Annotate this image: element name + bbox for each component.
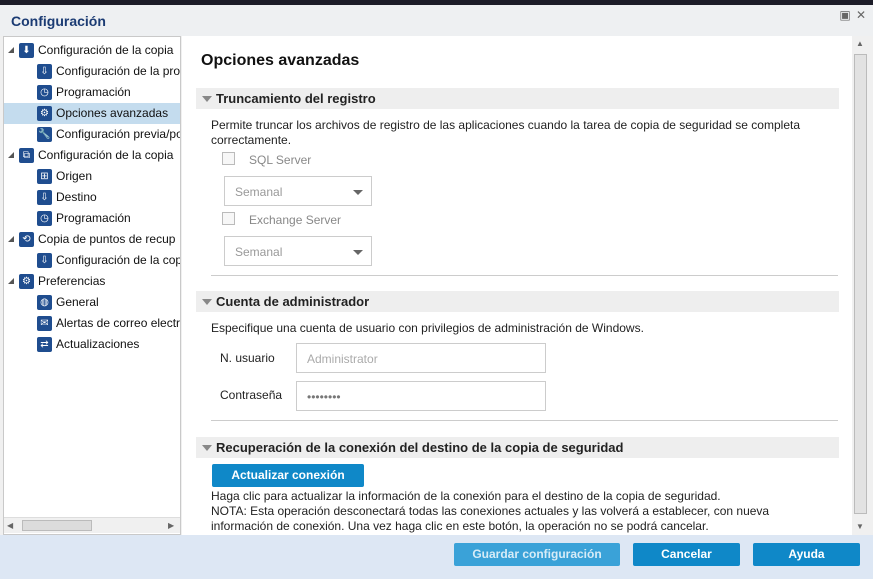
sql-server-label: SQL Server <box>249 153 312 167</box>
tree-item-label: Configuración de la pro <box>56 64 180 78</box>
window-title: Configuración <box>11 13 106 29</box>
tree-item-label: Origen <box>56 169 93 183</box>
tree-item[interactable]: ✉ Alertas de correo electr <box>4 313 180 334</box>
tree-item-label: Configuración de la copia <box>38 43 174 57</box>
wrench-icon: 🔧 <box>37 127 52 142</box>
tree-item[interactable]: ⇩ Configuración de la cop <box>4 250 180 271</box>
page-title: Opciones avanzadas <box>201 52 360 69</box>
sql-frequency-select[interactable]: Semanal <box>224 176 372 206</box>
tree-item-label: Configuración de la copia <box>38 148 174 162</box>
scroll-up-icon[interactable]: ▲ <box>856 39 864 48</box>
tree-item[interactable]: ⟲ Copia de puntos de recup <box>4 229 180 250</box>
content-vertical-scrollbar[interactable]: ▲ ▼ <box>852 36 869 535</box>
scroll-left-icon[interactable]: ◀ <box>7 521 13 530</box>
scroll-right-icon[interactable]: ▶ <box>168 521 174 530</box>
section-header-admin[interactable]: Cuenta de administrador <box>196 291 839 312</box>
password-field[interactable]: •••••••• <box>296 381 546 411</box>
admin-description: Especifique una cuenta de usuario con pr… <box>211 321 644 335</box>
restore-icon[interactable]: ▣ <box>839 9 851 21</box>
tree-item[interactable]: ⇄ Actualizaciones <box>4 334 180 355</box>
select-value: Semanal <box>235 185 283 199</box>
save-settings-button[interactable]: Guardar configuración <box>454 543 620 566</box>
collapse-icon <box>202 445 212 451</box>
preferences-icon: ⚙ <box>19 274 34 289</box>
mail-icon: ✉ <box>37 316 52 331</box>
content-panel: Opciones avanzadas Truncamiento del regi… <box>182 36 852 535</box>
schedule-icon: ◷ <box>37 85 52 100</box>
tree-item[interactable]: ◷ Programación <box>4 82 180 103</box>
username-label: N. usuario <box>220 351 275 365</box>
tree-horizontal-scrollbar[interactable]: ◀ ▶ <box>4 517 180 533</box>
tree-item-label: Actualizaciones <box>56 337 140 351</box>
recovery-line-3: información de conexión. Una vez haga cl… <box>211 519 709 533</box>
section-title: Truncamiento del registro <box>216 91 376 106</box>
tree-item[interactable]: 🔧 Configuración previa/po <box>4 124 180 145</box>
recovery-line-2: NOTA: Esta operación desconectará todas … <box>211 504 770 518</box>
destination-icon: ⇩ <box>37 64 52 79</box>
scroll-thumb[interactable] <box>854 54 867 514</box>
globe-icon: ◍ <box>37 295 52 310</box>
exchange-frequency-select[interactable]: Semanal <box>224 236 372 266</box>
exchange-server-label: Exchange Server <box>249 213 342 227</box>
destination-icon: ⇩ <box>37 190 52 205</box>
tree-item-label: Programación <box>56 85 131 99</box>
dropdown-arrow-icon <box>353 250 363 255</box>
recovery-copy-icon: ⟲ <box>19 232 34 247</box>
tree-item-label: Copia de puntos de recup <box>38 232 176 246</box>
tree-item[interactable]: ⊞ Origen <box>4 166 180 187</box>
tree-item[interactable]: ⇩ Configuración de la pro <box>4 61 180 82</box>
help-button[interactable]: Ayuda <box>753 543 860 566</box>
refresh-connection-button[interactable]: Actualizar conexión <box>212 464 364 487</box>
destination-icon: ⇩ <box>37 253 52 268</box>
section-header-recovery[interactable]: Recuperación de la conexión del destino … <box>196 437 839 458</box>
title-bar <box>0 5 873 36</box>
scroll-thumb[interactable] <box>22 520 92 531</box>
advanced-gear-icon: ⚙ <box>37 106 52 121</box>
settings-tree: ⬇ Configuración de la copia ⇩ Configuración… <box>3 36 181 535</box>
tree-item[interactable]: ⚙ Preferencias <box>4 271 180 292</box>
tree-item-label: Programación <box>56 211 131 225</box>
updates-icon: ⇄ <box>37 337 52 352</box>
tree-item-label: Alertas de correo electr <box>56 316 180 330</box>
select-value: Semanal <box>235 245 283 259</box>
section-header-truncation[interactable]: Truncamiento del registro <box>196 88 839 109</box>
password-label: Contraseña <box>220 388 283 402</box>
tree-item-label: Configuración previa/po <box>56 127 180 141</box>
tree-item[interactable]: ◍ General <box>4 292 180 313</box>
recovery-line-1: Haga clic para actualizar la información… <box>211 489 721 503</box>
expand-icon[interactable] <box>8 278 14 284</box>
tree-item-label: Preferencias <box>38 274 106 288</box>
expand-icon[interactable] <box>8 47 14 53</box>
tree-item[interactable]: ◷ Programación <box>4 208 180 229</box>
tree-item-label: Destino <box>56 190 97 204</box>
tree-item[interactable]: ⬇ Configuración de la copia <box>4 40 180 61</box>
backup-icon: ⬇ <box>19 43 34 58</box>
collapse-icon <box>202 96 212 102</box>
collapse-icon <box>202 299 212 305</box>
section-title: Cuenta de administrador <box>216 294 370 309</box>
section-title: Recuperación de la conexión del destino … <box>216 440 624 455</box>
tree-item[interactable]: ⇩ Destino <box>4 187 180 208</box>
dropdown-arrow-icon <box>353 190 363 195</box>
truncation-description: Permite truncar los archivos de registro… <box>211 118 800 147</box>
close-icon[interactable]: ✕ <box>855 9 867 21</box>
exchange-server-checkbox[interactable] <box>222 212 235 225</box>
tree-item-label: General <box>56 295 99 309</box>
tree-item-label: Configuración de la cop <box>56 253 180 267</box>
expand-icon[interactable] <box>8 236 14 242</box>
sql-server-checkbox[interactable] <box>222 152 235 165</box>
divider <box>211 420 838 421</box>
expand-icon[interactable] <box>8 152 14 158</box>
divider <box>211 275 838 276</box>
username-field[interactable]: Administrator <box>296 343 546 373</box>
tree-item[interactable]: ⧉ Configuración de la copia <box>4 145 180 166</box>
tree-item[interactable]: ⚙ Opciones avanzadas <box>4 103 180 124</box>
footer-bar <box>0 535 873 579</box>
cancel-button[interactable]: Cancelar <box>633 543 740 566</box>
tree-item-label: Opciones avanzadas <box>56 106 169 120</box>
file-copy-icon: ⧉ <box>19 148 34 163</box>
network-icon: ⊞ <box>37 169 52 184</box>
schedule-icon: ◷ <box>37 211 52 226</box>
scroll-down-icon[interactable]: ▼ <box>856 522 864 531</box>
